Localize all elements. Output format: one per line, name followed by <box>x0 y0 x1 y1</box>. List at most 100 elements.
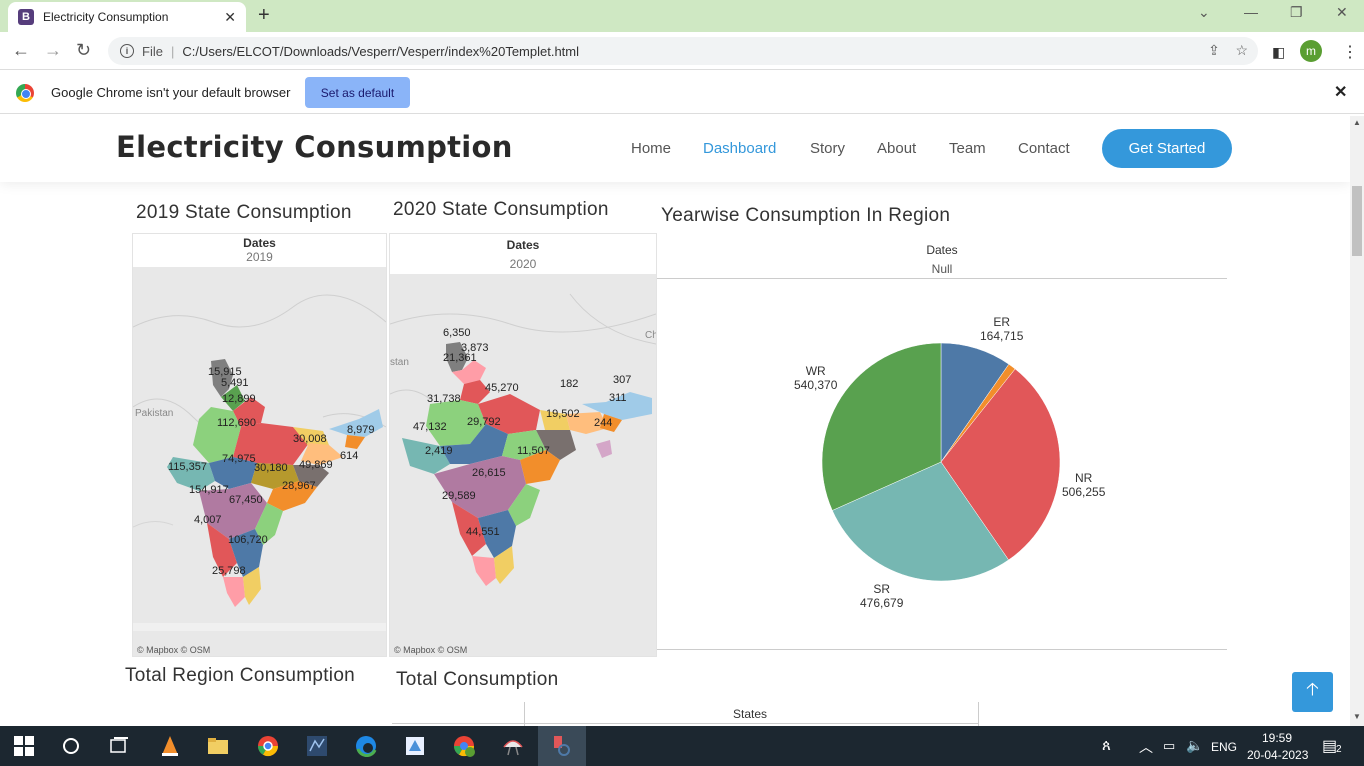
map2019-filter-value[interactable]: 2019 <box>133 250 386 264</box>
nav-about[interactable]: About <box>877 140 916 157</box>
edge-icon[interactable] <box>355 735 377 757</box>
reload-icon[interactable]: ↻ <box>76 40 91 61</box>
map2020-label: 29,792 <box>467 416 501 428</box>
map2020-label: 45,270 <box>485 382 519 394</box>
notification-icon[interactable]: ▤ <box>1322 736 1337 756</box>
map2020-label: 311 <box>609 392 627 404</box>
url-text[interactable]: C:/Users/ELCOT/Downloads/Vesperr/Vesperr… <box>182 44 579 59</box>
map2020-country-label: stan <box>390 357 409 368</box>
map2019-label: 12,899 <box>222 393 256 405</box>
pie-label-nr-value: 506,255 <box>1062 485 1106 499</box>
map2019-label: 28,967 <box>282 480 316 492</box>
map2019-label: 25,798 <box>212 565 246 577</box>
task-view-icon[interactable] <box>108 735 130 757</box>
total-title: Total Consumption <box>396 669 559 690</box>
map2019-label: 614 <box>340 450 359 462</box>
profile-avatar[interactable]: m <box>1300 40 1322 62</box>
map2020-label: 11,507 <box>517 445 550 457</box>
pie-label-sr-name: SR <box>873 582 891 596</box>
back-icon[interactable]: ← <box>12 40 30 61</box>
set-default-button[interactable]: Set as default <box>305 77 410 108</box>
address-separator: | <box>170 43 175 59</box>
pie-label-nr-name: NR <box>1075 471 1093 485</box>
map2020-canvas[interactable]: stan Ch 6,350 3,873 21,361 45,270 182 30… <box>390 274 656 656</box>
map2020-attribution[interactable]: © Mapbox © OSM <box>394 645 467 655</box>
map2019-label: 5,491 <box>221 377 249 389</box>
snipping-tool-icon[interactable] <box>502 735 524 757</box>
region-title: Yearwise Consumption In Region <box>661 205 951 226</box>
map2019-attribution[interactable]: © Mapbox © OSM <box>137 645 210 655</box>
default-browser-infobar: Google Chrome isn't your default browser… <box>0 70 1364 114</box>
tableau-app-icon[interactable] <box>306 735 328 757</box>
site-brand[interactable]: Electricity Consumption <box>116 130 513 164</box>
scroll-thumb[interactable] <box>1352 186 1362 256</box>
minimize-icon[interactable]: — <box>1244 4 1258 20</box>
side-panel-icon[interactable]: ◧ <box>1272 44 1285 61</box>
total-table-hline <box>392 723 978 724</box>
new-tab-icon[interactable]: + <box>258 4 270 27</box>
pinned-app-icon[interactable] <box>551 735 573 757</box>
scroll-up-icon[interactable]: ▲ <box>1353 118 1361 127</box>
total-table-vline-right <box>978 702 979 726</box>
nav-story[interactable]: Story <box>810 140 845 157</box>
map2019-label: 4,007 <box>194 514 222 526</box>
chrome-profile-icon[interactable] <box>453 735 475 757</box>
people-icon[interactable]: ጰ <box>1102 737 1111 754</box>
map2020-label: 2,419 <box>425 445 453 457</box>
browser-tab[interactable]: B Electricity Consumption ✕ <box>8 2 246 32</box>
map2020-label: 47,132 <box>413 421 447 433</box>
nav-dashboard[interactable]: Dashboard <box>703 140 776 157</box>
vlc-icon[interactable] <box>159 735 181 757</box>
nav-home[interactable]: Home <box>631 140 671 157</box>
pie-label-nr: NR 506,255 <box>1062 471 1105 499</box>
battery-icon[interactable]: ▭ <box>1163 738 1175 754</box>
infobar-close-icon[interactable]: ✕ <box>1334 82 1347 102</box>
tab-search-icon[interactable]: ⌄ <box>1198 4 1210 21</box>
map2019-label: 30,008 <box>293 433 327 445</box>
infobar-message: Google Chrome isn't your default browser <box>51 85 291 100</box>
menu-icon[interactable]: ⋮ <box>1342 42 1358 62</box>
map2019-panel: Dates 2019 Pakistan 15,915 5,491 12,899 … <box>132 233 387 657</box>
map2019-canvas[interactable]: Pakistan 15,915 5,491 12,899 112,690 30,… <box>133 267 386 656</box>
pie-label-wr: WR 540,370 <box>794 364 837 392</box>
map2020-filter-value[interactable]: 2020 <box>390 257 656 271</box>
chrome-icon[interactable] <box>257 735 279 757</box>
paint-icon[interactable] <box>404 735 426 757</box>
nav-contact[interactable]: Contact <box>1018 140 1070 157</box>
search-icon[interactable] <box>60 735 82 757</box>
map2020-filter-label: Dates <box>506 238 540 252</box>
scroll-down-icon[interactable]: ▼ <box>1353 712 1361 721</box>
address-bar[interactable]: i File | C:/Users/ELCOT/Downloads/Vesper… <box>108 37 1258 65</box>
window-close-icon[interactable]: ✕ <box>1336 4 1348 21</box>
clock-date[interactable]: 20-04-2023 <box>1247 748 1308 762</box>
file-explorer-icon[interactable] <box>207 735 229 757</box>
map2020-edge-label: Ch <box>645 330 656 341</box>
info-icon[interactable]: i <box>120 44 134 58</box>
nav-team[interactable]: Team <box>949 140 986 157</box>
map2020-label: 307 <box>613 374 632 386</box>
show-hidden-icons-icon[interactable]: ︿ <box>1139 737 1153 757</box>
map2020-panel: Dates 2020 stan Ch 6,350 3,873 21,361 45… <box>389 233 657 657</box>
region-pie-chart[interactable] <box>657 233 1227 650</box>
page-scrollbar[interactable]: ▲ ▼ <box>1350 116 1364 726</box>
map2019-country-label: Pakistan <box>135 408 174 419</box>
pie-label-wr-name: WR <box>805 364 826 378</box>
map2020-label: 182 <box>560 378 579 390</box>
total-column-header: States <box>733 707 768 721</box>
restore-icon[interactable]: ❐ <box>1290 4 1303 21</box>
clock-time[interactable]: 19:59 <box>1262 731 1292 745</box>
region-panel: Dates Null ER 164,715 NR 506,255 SR 476,679… <box>657 233 1227 650</box>
get-started-button[interactable]: Get Started <box>1102 129 1232 168</box>
map2019-label: 74,975 <box>222 453 256 465</box>
forward-icon[interactable]: → <box>44 40 62 61</box>
volume-icon[interactable]: 🔈 <box>1186 737 1203 754</box>
close-tab-icon[interactable]: ✕ <box>224 9 236 26</box>
map2019-label: 106,720 <box>228 534 268 546</box>
map2019-label: 115,357 <box>168 461 207 473</box>
pie-label-sr: SR 476,679 <box>860 582 903 610</box>
windows-start-icon[interactable] <box>13 735 35 757</box>
share-bookmark-icons[interactable]: ⇪ ☆ <box>1208 42 1248 59</box>
back-to-top-button[interactable]: 🡡 <box>1292 672 1333 712</box>
language-indicator[interactable]: ENG <box>1211 740 1237 754</box>
address-prefix: File <box>142 43 163 59</box>
